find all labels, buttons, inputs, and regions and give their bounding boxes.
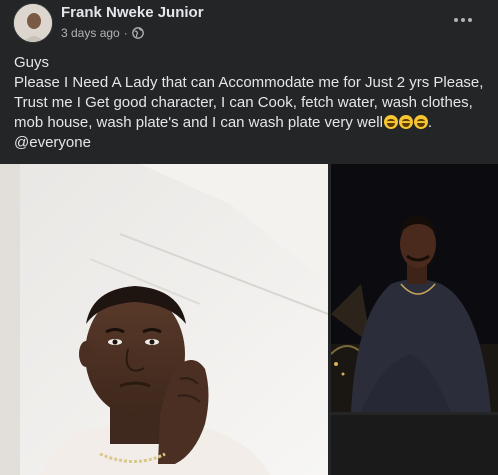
grimacing-laugh-emoji bbox=[398, 115, 413, 129]
author-avatar[interactable] bbox=[13, 3, 53, 43]
menu-dot bbox=[461, 18, 465, 22]
selfie-photo[interactable] bbox=[0, 164, 328, 475]
post-text-segment: mob house, wash plate's and I can wash p… bbox=[14, 114, 383, 131]
menu-dot bbox=[454, 18, 458, 22]
post-meta: 3 days ago · bbox=[61, 26, 144, 40]
post-text-line: Guys bbox=[14, 54, 50, 71]
post-text-line: Please I Need A Lady that can Accommodat… bbox=[14, 74, 484, 91]
author-name[interactable]: Frank Nweke Junior bbox=[61, 4, 204, 21]
grimacing-laugh-emoji bbox=[413, 115, 428, 129]
more-horizontal-icon[interactable] bbox=[450, 10, 476, 30]
post-text-segment: Trust me I Get good character, I can Coo… bbox=[14, 94, 473, 111]
globe-icon[interactable] bbox=[131, 27, 144, 39]
photo-grid bbox=[0, 164, 498, 475]
grimacing-laugh-emoji bbox=[383, 115, 398, 129]
post-text: Guys Please I Need A Lady that can Accom… bbox=[14, 53, 492, 153]
post-text-line: Trust me I Get good character, I can Coo… bbox=[14, 93, 492, 113]
menu-dot bbox=[468, 18, 472, 22]
third-photo[interactable] bbox=[331, 415, 498, 475]
meta-separator: · bbox=[123, 26, 128, 40]
facebook-post: Frank Nweke Junior 3 days ago · Guys Ple… bbox=[0, 0, 498, 475]
mention-line: @everyone bbox=[14, 133, 492, 153]
post-timestamp[interactable]: 3 days ago bbox=[61, 26, 120, 40]
night-photo[interactable] bbox=[331, 164, 498, 412]
mention-everyone[interactable]: @everyone bbox=[14, 134, 91, 151]
post-text-line: mob house, wash plate's and I can wash p… bbox=[14, 114, 433, 131]
post-header: Frank Nweke Junior 3 days ago · bbox=[0, 0, 498, 50]
